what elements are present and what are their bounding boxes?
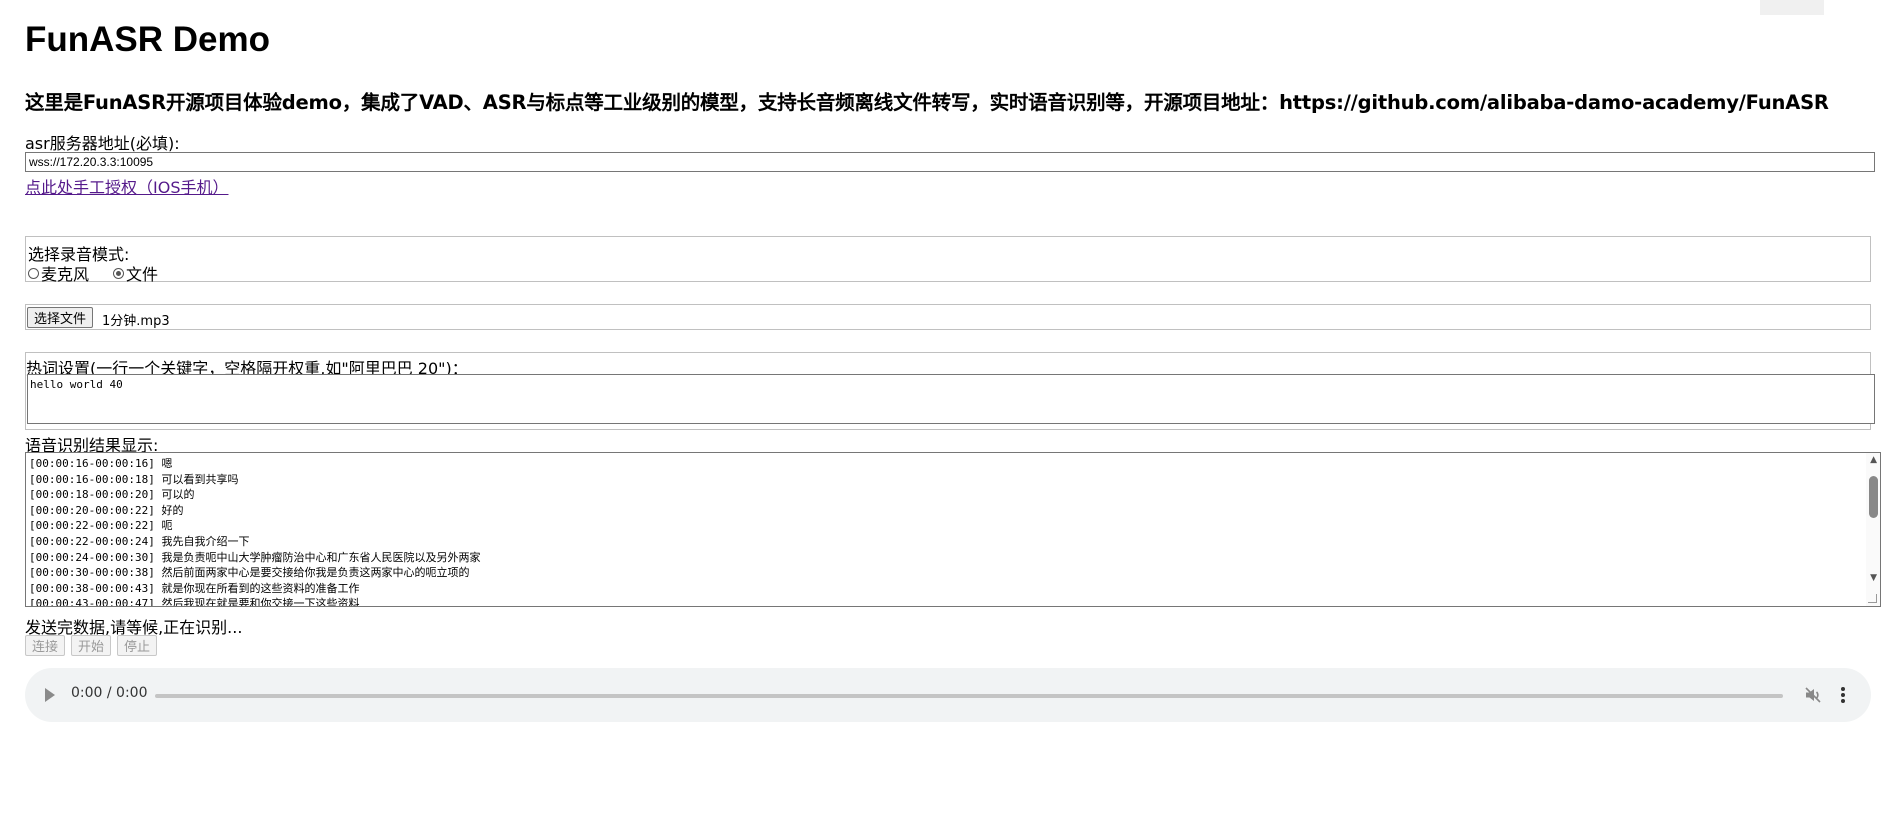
control-buttons: 连接 开始 停止 — [25, 635, 158, 656]
page-subtitle: 这里是FunASR开源项目体验demo，集成了VAD、ASR与标点等工业级别的模… — [25, 91, 1829, 114]
result-textarea[interactable]: [00:00:16-00:00:16] 嗯 [00:00:16-00:00:18]… — [25, 452, 1881, 607]
result-scrollbar[interactable]: ▲ ▼ — [1866, 453, 1880, 606]
result-line: [00:00:43-00:00:47] 然后我现在就是要和你交接一下这些资料 — [29, 597, 360, 607]
result-line: [00:00:24-00:00:30] 我是负责呃中山大学肿瘤防治中心和广东省人… — [29, 550, 481, 564]
audio-player: 0:00 / 0:00 — [25, 668, 1871, 722]
stop-button[interactable]: 停止 — [117, 635, 158, 656]
selected-file-name: 1分钟.mp3 — [102, 314, 170, 329]
result-line: [00:00:30-00:00:38] 然后前面两家中心是要交接给你我是负责这两… — [29, 566, 470, 580]
result-line: [00:00:38-00:00:43] 就是你现在所看到的这些资料的准备工作 — [29, 581, 360, 595]
choose-file-button[interactable]: 选择文件 — [27, 307, 94, 328]
result-line: [00:00:18-00:00:20] 可以的 — [29, 488, 195, 502]
scroll-down-arrow-icon[interactable]: ▼ — [1870, 574, 1877, 583]
recording-mode-group: 选择录音模式: 麦克风 文件 — [25, 236, 1871, 285]
player-time: 0:00 / 0:00 — [71, 685, 148, 701]
mode-file-label[interactable]: 文件 — [126, 261, 158, 285]
hotwords-textarea[interactable]: hello world 40 — [27, 374, 1875, 424]
server-url-input[interactable] — [25, 152, 1875, 172]
server-label: asr服务器地址(必填): — [25, 134, 180, 153]
connect-button[interactable]: 连接 — [25, 635, 66, 656]
result-line: [00:00:16-00:00:18] 可以看到共享吗 — [29, 472, 239, 486]
corner-button[interactable] — [1760, 0, 1824, 15]
result-line: [00:00:22-00:00:24] 我先自我介绍一下 — [29, 534, 250, 548]
volume-icon[interactable] — [1804, 686, 1822, 704]
mode-file-radio[interactable] — [113, 267, 125, 279]
file-select-group: 选择文件 1分钟.mp3 — [25, 304, 1871, 330]
page-title: FunASR Demo — [25, 20, 270, 59]
more-options-icon[interactable] — [1841, 687, 1845, 703]
manual-auth-link[interactable]: 点此处手工授权（IOS手机） — [25, 174, 228, 198]
scroll-thumb[interactable] — [1869, 476, 1878, 518]
result-lines: [00:00:16-00:00:16] 嗯 [00:00:16-00:00:18]… — [29, 456, 481, 607]
scroll-up-arrow-icon[interactable]: ▲ — [1870, 456, 1877, 465]
mode-mic-radio[interactable] — [28, 267, 39, 279]
result-line: [00:00:20-00:00:22] 好的 — [29, 503, 184, 517]
resize-grip-icon[interactable] — [1868, 594, 1877, 603]
play-icon[interactable] — [45, 688, 55, 702]
start-button[interactable]: 开始 — [71, 635, 112, 656]
hotwords-group: 热词设置(一行一个关键字，空格隔开权重,如"阿里巴巴 20")： hello w… — [25, 352, 1875, 430]
mode-mic-label[interactable]: 麦克风 — [41, 261, 89, 285]
result-line: [00:00:22-00:00:22] 呃 — [29, 519, 173, 533]
player-progress-bar[interactable] — [155, 694, 1783, 698]
result-line: [00:00:16-00:00:16] 嗯 — [29, 457, 173, 470]
